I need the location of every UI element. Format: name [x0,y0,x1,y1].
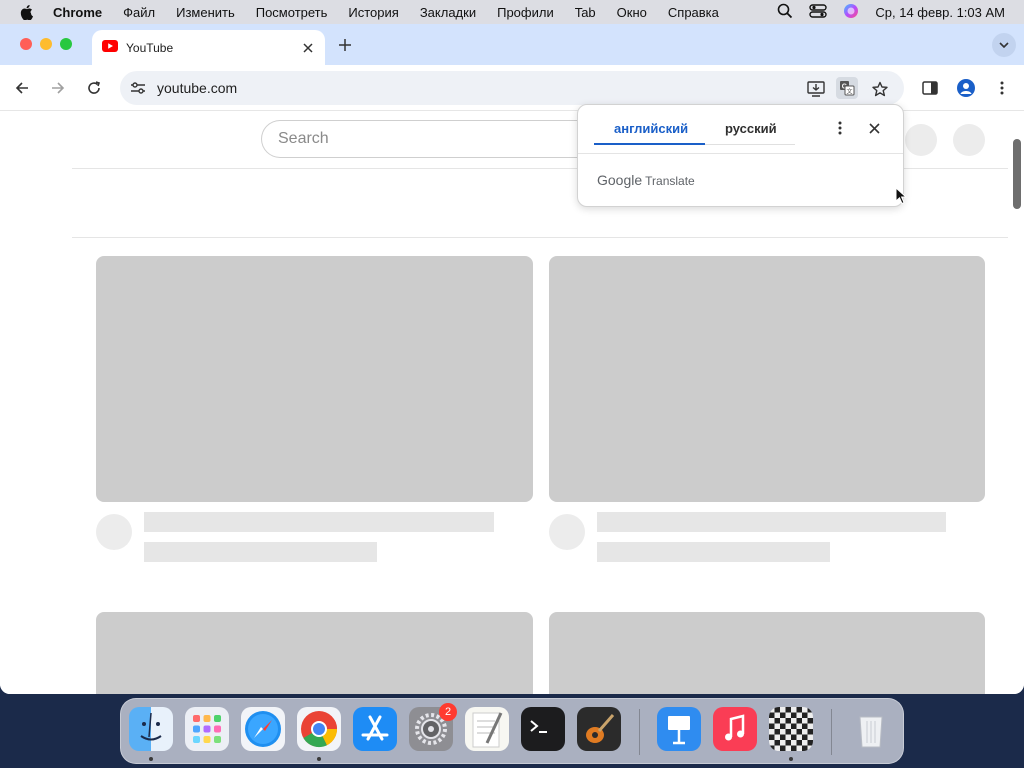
back-arrow-icon[interactable] [12,78,32,98]
svg-text:文: 文 [846,87,852,95]
channel-avatar-placeholder [549,514,585,550]
menu-bar-status: Ср, 14 февр. 1:03 AM [777,0,1005,24]
youtube-search-input[interactable]: Search [261,120,601,158]
keynote-podium-icon[interactable] [657,707,701,751]
menu-bar: Chrome Файл Изменить Посмотреть История … [0,0,1024,24]
tab-target-language[interactable]: русский [725,121,777,136]
chips-divider [72,237,1008,238]
menu-file[interactable]: Файл [123,5,155,20]
mouse-cursor-icon [895,186,908,208]
chrome-icon[interactable] [297,707,341,751]
apple-menu-icon[interactable] [19,4,35,20]
tab-close-icon[interactable] [299,39,317,57]
page-scrollbar[interactable] [1013,139,1021,209]
translate-close-icon[interactable] [866,120,882,136]
dock: 2 [120,698,904,764]
video-thumbnail-placeholder [96,256,533,502]
dock-separator [831,709,832,755]
launchpad-icon[interactable] [185,707,229,751]
finder-icon[interactable] [129,707,173,751]
channel-avatar-placeholder [96,514,132,550]
system-settings-gear-icon[interactable]: 2 [409,703,457,751]
menu-bookmarks[interactable]: Закладки [420,5,476,20]
translate-popup: английский русский Google Translate [577,104,904,207]
minimize-window-button[interactable] [40,38,52,50]
settings-notification-badge: 2 [439,703,457,721]
control-center-icon[interactable] [809,3,828,22]
reload-icon[interactable] [84,78,104,98]
siri-icon[interactable] [843,3,859,22]
safari-compass-icon[interactable] [241,707,285,751]
music-note-icon[interactable] [713,707,757,751]
youtube-favicon-icon [102,40,118,55]
video-title-placeholder [144,512,494,532]
trash-icon[interactable] [849,707,893,751]
app-store-icon[interactable] [353,707,397,751]
video-title-placeholder [597,512,946,532]
profile-avatar-icon[interactable] [956,78,976,98]
tab-search-chevron-down-icon[interactable] [992,33,1016,57]
close-window-button[interactable] [20,38,32,50]
window-controls [20,38,72,50]
menu-profiles[interactable]: Профили [497,5,554,20]
chess-board-icon[interactable] [769,707,813,751]
side-panel-icon[interactable] [920,78,940,98]
menu-help[interactable]: Справка [668,5,719,20]
header-icon-placeholder [905,124,937,156]
bookmark-star-icon[interactable] [870,79,890,99]
video-thumbnail-placeholder [96,612,533,694]
tab-baseline [705,144,795,145]
menu-bar-clock[interactable]: Ср, 14 февр. 1:03 AM [875,5,1005,20]
install-app-icon[interactable] [806,79,826,99]
video-thumbnail-placeholder [549,612,985,694]
tab-source-language[interactable]: английский [614,121,688,136]
video-thumbnail-placeholder [549,256,985,502]
video-meta-placeholder [144,542,377,562]
menu-app-name[interactable]: Chrome [53,5,102,20]
textedit-icon[interactable] [465,707,509,751]
active-tab-indicator [594,143,705,145]
finder-running-indicator [149,757,153,761]
menu-window[interactable]: Окно [617,5,647,20]
menu-history[interactable]: История [348,5,398,20]
forward-arrow-icon[interactable] [48,78,68,98]
translate-options-more-icon[interactable] [832,120,848,136]
chess-running-indicator [789,757,793,761]
translate-divider [578,153,903,154]
menu-edit[interactable]: Изменить [176,5,235,20]
video-meta-placeholder [597,542,830,562]
google-translate-logo: Google Translate [597,172,695,188]
garageband-guitar-icon[interactable] [577,707,621,751]
tab-youtube[interactable]: YouTube [92,30,325,65]
address-bar-url[interactable]: youtube.com [157,80,237,96]
tab-strip: YouTube [0,24,1024,65]
menu-view[interactable]: Посмотреть [256,5,328,20]
address-bar[interactable]: youtube.com G文 [120,71,904,105]
chrome-window: YouTube youtube.com G 文 Search английски… [0,24,1024,694]
translate-wordmark: Translate [645,174,695,188]
header-avatar-placeholder [953,124,985,156]
translate-icon[interactable]: G文 [836,77,858,99]
google-wordmark: Google [597,172,643,188]
zoom-window-button[interactable] [60,38,72,50]
new-tab-plus-icon[interactable] [336,36,354,54]
terminal-icon[interactable] [521,707,565,751]
youtube-search-placeholder: Search [278,130,329,147]
more-vertical-icon[interactable] [992,78,1012,98]
dock-separator [639,709,640,755]
chrome-running-indicator [317,757,321,761]
site-info-tune-icon[interactable] [129,79,147,97]
menu-tab[interactable]: Tab [575,5,596,20]
tab-title: YouTube [126,40,174,55]
spotlight-search-icon[interactable] [777,3,793,22]
